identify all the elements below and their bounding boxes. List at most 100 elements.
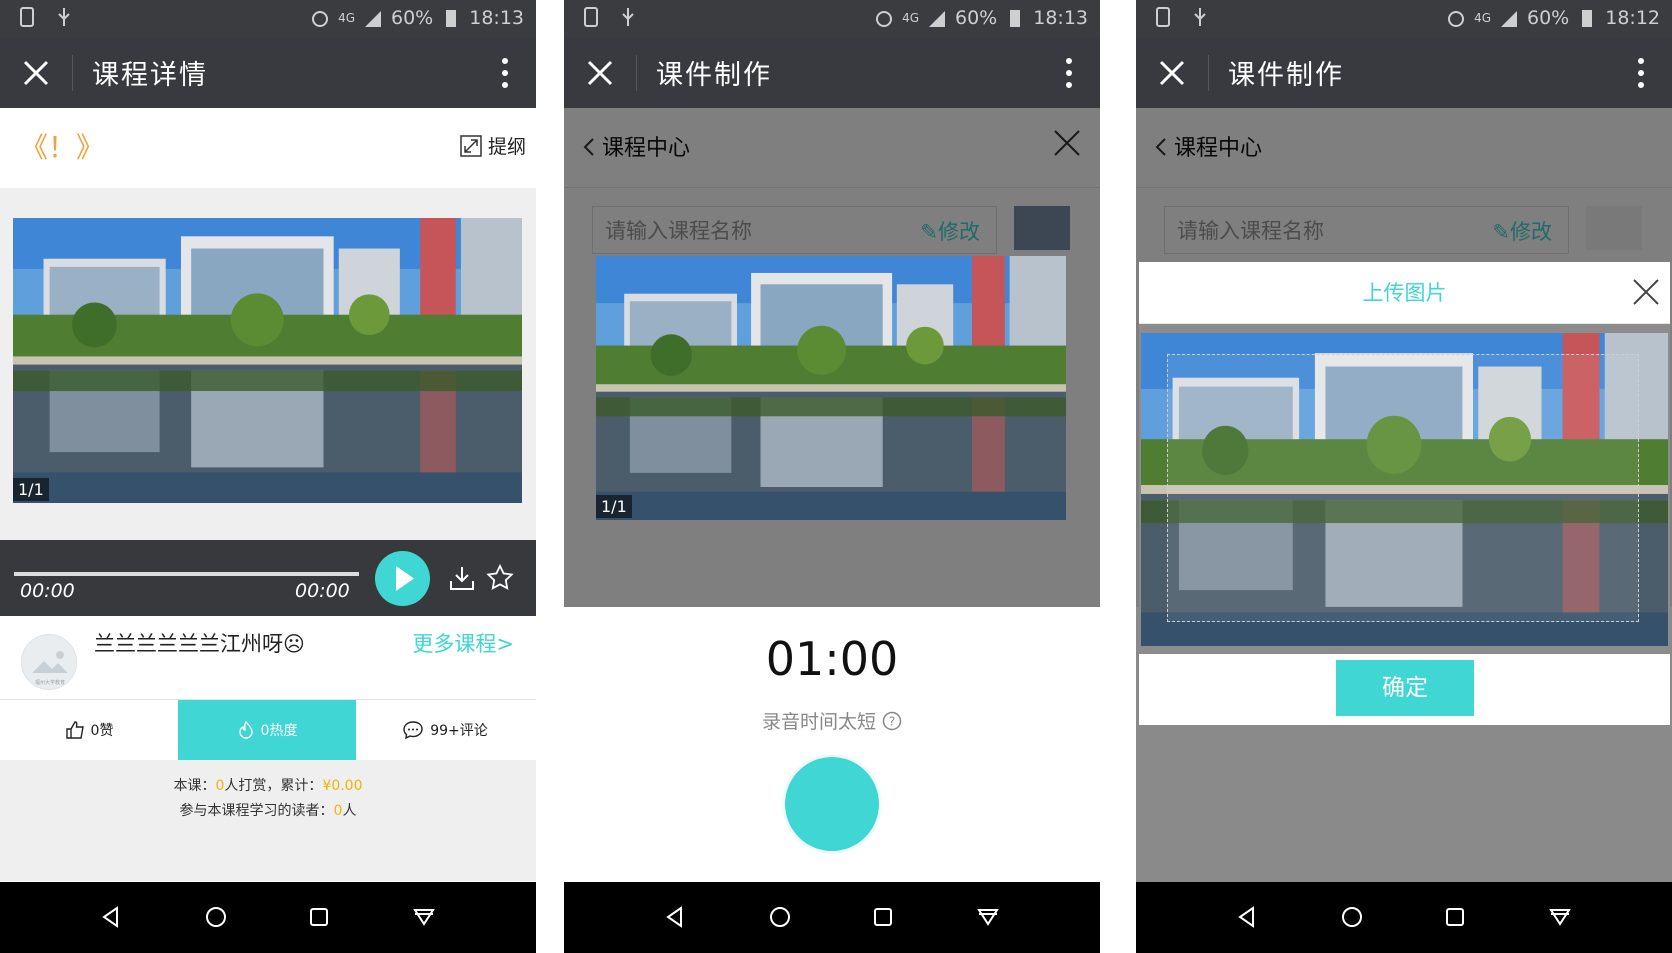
title-divider <box>636 55 637 91</box>
clock: 18:13 <box>469 7 524 29</box>
record-hint: 录音时间太短 ? <box>564 707 1100 734</box>
phone-notification-icon <box>20 7 34 27</box>
battery-icon <box>1010 10 1021 27</box>
usb-icon <box>1194 8 1206 26</box>
recent-apps-icon[interactable] <box>306 904 332 930</box>
svg-text:?: ? <box>889 715 895 729</box>
android-nav-bar <box>1136 882 1672 953</box>
signal-icon <box>929 11 945 27</box>
page-title: 课件制作 <box>656 60 772 91</box>
alarm-icon <box>876 11 893 27</box>
title-divider <box>1208 55 1209 91</box>
time-total: 00:00 <box>295 580 350 602</box>
more-menu-icon[interactable] <box>502 57 508 89</box>
battery-percent: 60% <box>391 7 434 29</box>
comment-button[interactable]: 99+评论 <box>356 700 534 760</box>
confirm-button[interactable]: 确定 <box>1336 660 1474 716</box>
recent-apps-icon[interactable] <box>1442 904 1468 930</box>
more-courses-link[interactable]: 更多课程> <box>412 628 514 658</box>
outline-button[interactable]: 提纲 <box>460 132 526 159</box>
thumb-up-icon <box>65 721 84 739</box>
title-bar: 课件制作 <box>564 37 1100 108</box>
play-icon <box>396 566 414 591</box>
battery-icon <box>446 10 457 27</box>
like-count: 0赞 <box>90 723 114 739</box>
battery-icon <box>1582 10 1593 27</box>
notification-pull-icon[interactable] <box>411 904 437 930</box>
flame-icon <box>238 720 253 739</box>
author-name: 兰兰兰兰兰兰江州呀☹ <box>94 632 305 656</box>
home-icon[interactable] <box>767 904 793 930</box>
battery-percent: 60% <box>1527 7 1570 29</box>
landscape-placeholder-icon: 福州大学教育 <box>32 651 68 686</box>
back-icon[interactable] <box>662 904 688 930</box>
signal-icon <box>1501 11 1517 27</box>
back-icon[interactable] <box>98 904 124 930</box>
network-type: 4G <box>1474 11 1491 25</box>
slide-pager: 1/1 <box>596 495 632 518</box>
stats-bar: 0赞 0热度 99+评论 <box>0 700 536 760</box>
heat-count: 0热度 <box>260 723 298 739</box>
close-icon[interactable] <box>1630 276 1662 308</box>
time-current: 00:00 <box>20 580 75 602</box>
network-type: 4G <box>338 11 355 25</box>
play-button[interactable] <box>375 551 430 606</box>
status-bar: 4G 60% 18:13 <box>0 0 536 37</box>
close-icon[interactable] <box>586 59 614 87</box>
screen-courseware-recording: 4G 60% 18:13 课件制作 课程中心 请输入课程名称 ✎修改 1/1 0… <box>564 0 1100 953</box>
star-icon[interactable] <box>486 564 514 592</box>
crop-frame[interactable] <box>1167 354 1639 622</box>
screen-course-detail: 4G 60% 18:13 课程详情 《！》 提纲 1/1 00:00 00:00 <box>0 0 536 953</box>
notification-pull-icon[interactable] <box>1547 904 1573 930</box>
expand-icon <box>460 134 482 157</box>
heat-tab[interactable]: 0热度 <box>178 700 356 760</box>
record-button[interactable] <box>782 754 882 854</box>
status-bar: 4G 60% 18:13 <box>564 0 1100 37</box>
usb-icon <box>58 8 70 26</box>
download-icon[interactable] <box>449 565 475 591</box>
comment-icon <box>403 721 423 740</box>
more-menu-icon[interactable] <box>1066 57 1072 89</box>
page-title: 课件制作 <box>1228 60 1344 91</box>
progress-bar[interactable] <box>14 572 359 576</box>
battery-percent: 60% <box>955 7 998 29</box>
notification-pull-icon[interactable] <box>975 904 1001 930</box>
status-bar: 4G 60% 18:12 <box>1136 0 1672 37</box>
help-circle-icon[interactable]: ? <box>882 711 902 731</box>
slide-image[interactable] <box>13 218 522 503</box>
course-title: 《！》 <box>20 131 105 164</box>
network-type: 4G <box>902 11 919 25</box>
home-icon[interactable] <box>203 904 229 930</box>
comment-count: 99+评论 <box>430 723 488 739</box>
android-nav-bar <box>0 882 536 953</box>
author-row: 福州大学教育 兰兰兰兰兰兰江州呀☹ 更多课程> <box>0 616 536 700</box>
image-crop-area[interactable] <box>1139 324 1670 654</box>
audio-player: 00:00 00:00 <box>0 540 536 616</box>
more-menu-icon[interactable] <box>1638 57 1644 89</box>
close-icon[interactable] <box>1158 59 1186 87</box>
back-icon[interactable] <box>1234 904 1260 930</box>
recent-apps-icon[interactable] <box>870 904 896 930</box>
dialog-title: 上传图片 <box>1139 262 1670 324</box>
slide-preview-image[interactable] <box>596 256 1066 520</box>
upload-image-dialog: 上传图片 确定 <box>1139 262 1670 725</box>
reward-line: 本课：0人打赏，累计：¥0.00 <box>173 778 363 794</box>
clock: 18:13 <box>1033 7 1088 29</box>
title-bar: 课件制作 <box>1136 37 1672 108</box>
slide-area: 1/1 <box>0 188 536 540</box>
alarm-icon <box>1448 11 1465 27</box>
recording-panel: 01:00 录音时间太短 ? <box>564 607 1100 882</box>
readers-line: 参与本课程学习的读者：0人 <box>179 803 357 819</box>
avatar[interactable]: 福州大学教育 <box>21 634 77 690</box>
close-icon[interactable] <box>22 59 50 87</box>
avatar-caption: 福州大学教育 <box>35 679 65 686</box>
phone-notification-icon <box>584 7 598 27</box>
home-icon[interactable] <box>1339 904 1365 930</box>
screen-upload-image: 4G 60% 18:12 课件制作 课程中心 请输入课程名称 ✎修改 上传图片 <box>1136 0 1672 953</box>
alarm-icon <box>312 11 329 27</box>
reward-info: 本课：0人打赏，累计：¥0.00 参与本课程学习的读者：0人 <box>0 760 536 881</box>
title-bar: 课程详情 <box>0 37 536 108</box>
like-button[interactable]: 0赞 <box>0 700 178 760</box>
outline-label: 提纲 <box>487 136 526 158</box>
slide-pager: 1/1 <box>13 478 49 501</box>
